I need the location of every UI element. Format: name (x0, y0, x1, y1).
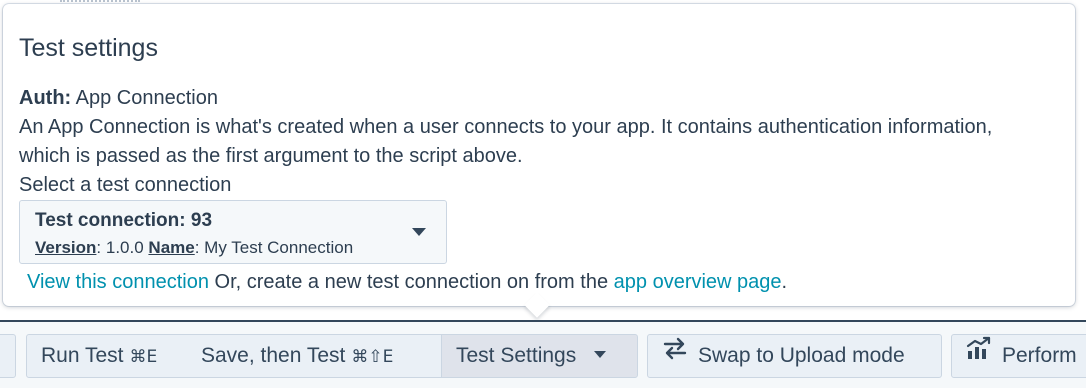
name-label: Name (148, 238, 195, 257)
run-test-shortcut: ⌘E (129, 347, 158, 367)
chevron-down-icon (412, 228, 426, 236)
footer-period: . (781, 271, 788, 293)
auth-description: An App Connection is what's created when… (19, 116, 993, 167)
version-label: Version (35, 238, 97, 257)
perform-button[interactable]: Perform (951, 334, 1086, 378)
selected-connection-details: Version: 1.0.0 Name: My Test Connection (35, 237, 446, 259)
auth-label: Auth: (19, 87, 72, 109)
app-overview-link[interactable]: app overview page (614, 271, 782, 293)
popover-title: Test settings (19, 34, 158, 62)
editor-toolbar: Run Test ⌘E Save, then Test ⌘⇧E Test Setti… (0, 320, 1086, 388)
test-settings-button[interactable]: Test Settings (441, 334, 638, 378)
chart-trend-icon (966, 333, 992, 375)
auth-line: Auth: App Connection (19, 84, 1059, 113)
perform-label: Perform (1002, 344, 1077, 367)
save-test-label: Save, then Test (201, 344, 346, 367)
save-test-shortcut: ⌘⇧E (351, 347, 394, 367)
run-test-button[interactable]: Run Test ⌘E (26, 334, 188, 378)
footer-text: Or, create a new test connection on from… (214, 271, 609, 293)
save-then-test-button[interactable]: Save, then Test ⌘⇧E (187, 334, 442, 378)
auth-value: App Connection (75, 87, 218, 109)
chevron-down-icon (594, 350, 607, 358)
test-settings-label: Test Settings (456, 344, 577, 367)
selected-connection-title: Test connection: 93 (35, 210, 213, 231)
connection-footer: View this connection Or, create a new te… (19, 268, 1059, 296)
name-value: : My Test Connection (194, 238, 354, 257)
run-test-label: Run Test (41, 344, 124, 367)
swap-upload-mode-button[interactable]: Swap to Upload mode (647, 334, 942, 378)
toolbar-edge-button[interactable] (0, 334, 16, 378)
test-settings-popover: Test settings Auth: App Connection An Ap… (3, 4, 1075, 306)
test-connection-select[interactable]: Test connection: 93 Version: 1.0.0 Name:… (19, 200, 447, 264)
select-prompt: Select a test connection (19, 174, 232, 196)
version-value: : 1.0.0 (96, 238, 144, 257)
swap-label: Swap to Upload mode (698, 344, 905, 367)
view-connection-link[interactable]: View this connection (27, 271, 209, 293)
swap-arrows-icon (662, 333, 688, 375)
